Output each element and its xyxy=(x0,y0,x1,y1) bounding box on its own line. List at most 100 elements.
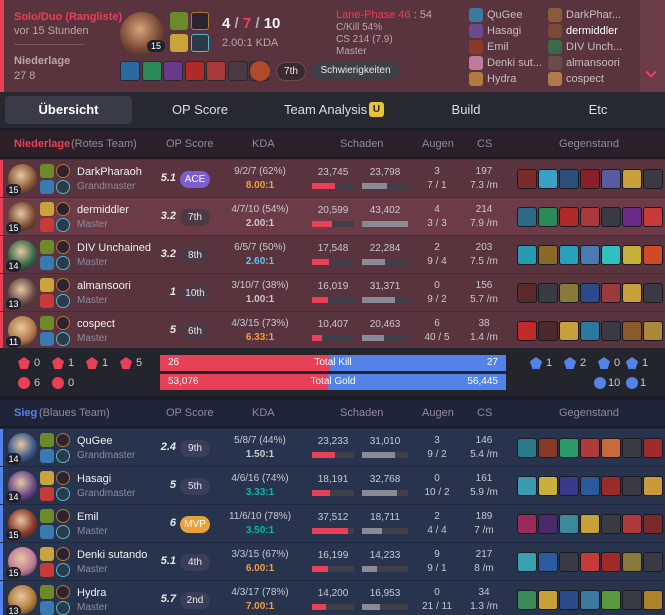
item-slot-icon[interactable] xyxy=(538,476,558,496)
item-slot-icon[interactable] xyxy=(559,438,579,458)
item-slot-icon[interactable] xyxy=(559,245,579,265)
item-slot-icon[interactable] xyxy=(580,321,600,341)
item-slot-icon[interactable] xyxy=(580,476,600,496)
participant-champion-icon[interactable] xyxy=(548,40,562,54)
tab-op-score[interactable]: OP Score xyxy=(150,96,250,124)
item-slot-icon[interactable] xyxy=(643,169,663,189)
item-slot-icon[interactable] xyxy=(517,590,537,610)
item-slot-icon[interactable] xyxy=(559,590,579,610)
item-slot-icon[interactable] xyxy=(227,61,248,81)
participant-name[interactable]: DIV Unch... xyxy=(566,41,622,53)
participant-champion-icon[interactable] xyxy=(548,24,562,38)
item-slot-icon[interactable] xyxy=(538,207,558,227)
item-slot-icon[interactable] xyxy=(517,207,537,227)
item-slot-icon[interactable] xyxy=(559,514,579,534)
item-slot-icon[interactable] xyxy=(517,514,537,534)
expand-toggle[interactable] xyxy=(640,0,665,92)
participant-champion-icon[interactable] xyxy=(469,72,483,86)
item-slot-icon[interactable] xyxy=(559,476,579,496)
participant-name[interactable]: Denki sut... xyxy=(487,57,542,69)
item-slot-icon[interactable] xyxy=(517,321,537,341)
item-slot-icon[interactable] xyxy=(538,283,558,303)
player-name[interactable]: almansoori xyxy=(77,280,131,292)
item-slot-icon[interactable] xyxy=(622,283,642,303)
participant-name[interactable]: almansoori xyxy=(566,57,620,69)
player-name[interactable]: dermiddler xyxy=(77,204,129,216)
item-slot-icon[interactable] xyxy=(622,245,642,265)
player-name[interactable]: Denki sutando xyxy=(77,549,147,561)
player-row[interactable]: 15 dermiddler Master 3.2 7th 4/7/10 (54%) 2.00… xyxy=(0,197,665,236)
item-slot-icon[interactable] xyxy=(559,283,579,303)
item-slot-icon[interactable] xyxy=(206,61,226,81)
item-slot-icon[interactable] xyxy=(643,438,663,458)
item-slot-icon[interactable] xyxy=(643,321,663,341)
item-slot-icon[interactable] xyxy=(601,321,621,341)
item-slot-icon[interactable] xyxy=(643,552,663,572)
tab-build[interactable]: Build xyxy=(420,96,512,124)
match-summary[interactable]: Solo/Duo (Rangliste) vor 15 Stunden Nied… xyxy=(0,0,665,92)
item-slot-icon[interactable] xyxy=(580,514,600,534)
item-slot-icon[interactable] xyxy=(559,207,579,227)
item-slot-icon[interactable] xyxy=(517,438,537,458)
participant-champion-icon[interactable] xyxy=(548,8,562,22)
item-slot-icon[interactable] xyxy=(643,514,663,534)
player-row[interactable]: 11 cospect Master 5 6th 4/3/15 (73%) 6.33:1 10,… xyxy=(0,311,665,350)
item-slot-icon[interactable] xyxy=(517,552,537,572)
difficulty-badge[interactable]: Schwierigkeiten xyxy=(311,62,400,79)
player-name[interactable]: Emil xyxy=(77,511,98,523)
player-row[interactable]: 13 Hydra Master 5.7 2nd 4/3/17 (78%) 7.00:1 14,… xyxy=(0,580,665,615)
item-slot-icon[interactable] xyxy=(601,207,621,227)
player-row[interactable]: 13 almansoori Master 1 10th 3/10/7 (38%) 1.00:… xyxy=(0,273,665,312)
item-slot-icon[interactable] xyxy=(580,590,600,610)
player-row[interactable]: 15 DarkPharaoh Grandmaster 5.1 ACE 9/2/7 (62%… xyxy=(0,159,665,198)
item-slot-icon[interactable] xyxy=(580,245,600,265)
item-slot-icon[interactable] xyxy=(141,61,162,81)
player-name[interactable]: cospect xyxy=(77,318,115,330)
participant-name[interactable]: dermiddler xyxy=(566,25,618,37)
item-slot-icon[interactable] xyxy=(601,283,621,303)
participant-name[interactable]: cospect xyxy=(566,73,604,85)
player-row[interactable]: 14 Hasagi Grandmaster 5 5th 4/6/16 (74%) 3.33:… xyxy=(0,466,665,505)
item-slot-icon[interactable] xyxy=(622,590,642,610)
participant-name[interactable]: Hydra xyxy=(487,73,516,85)
player-name[interactable]: QuGee xyxy=(77,435,112,447)
item-slot-icon[interactable] xyxy=(601,169,621,189)
item-slot-icon[interactable] xyxy=(601,476,621,496)
participant-champion-icon[interactable] xyxy=(548,72,562,86)
participant-champion-icon[interactable] xyxy=(469,24,483,38)
player-name[interactable]: DarkPharaoh xyxy=(77,166,142,178)
item-slot-icon[interactable] xyxy=(580,438,600,458)
item-slot-icon[interactable] xyxy=(538,169,558,189)
tab-overview[interactable]: Übersicht xyxy=(5,96,132,124)
item-slot-icon[interactable] xyxy=(163,61,183,81)
item-slot-icon[interactable] xyxy=(601,438,621,458)
trinket-icon[interactable] xyxy=(250,61,270,81)
item-slot-icon[interactable] xyxy=(517,245,537,265)
player-row[interactable]: 15 Denki sutando Master 5.1 4th 3/3/15 (67%) 6… xyxy=(0,542,665,581)
item-slot-icon[interactable] xyxy=(538,321,558,341)
item-slot-icon[interactable] xyxy=(517,169,537,189)
item-slot-icon[interactable] xyxy=(622,438,642,458)
participant-name[interactable]: Hasagi xyxy=(487,25,521,37)
item-slot-icon[interactable] xyxy=(580,283,600,303)
item-slot-icon[interactable] xyxy=(538,552,558,572)
item-slot-icon[interactable] xyxy=(622,207,642,227)
item-slot-icon[interactable] xyxy=(120,61,140,81)
tab-etc[interactable]: Etc xyxy=(553,96,643,124)
item-slot-icon[interactable] xyxy=(622,321,642,341)
item-slot-icon[interactable] xyxy=(622,514,642,534)
item-slot-icon[interactable] xyxy=(643,283,663,303)
player-row[interactable]: 15 Emil Master 6 MVP 11/6/10 (78%) 3.50:1 37,51… xyxy=(0,504,665,543)
item-slot-icon[interactable] xyxy=(601,552,621,572)
item-slot-icon[interactable] xyxy=(517,476,537,496)
participant-champion-icon[interactable] xyxy=(469,40,483,54)
participant-champion-icon[interactable] xyxy=(548,56,562,70)
item-slot-icon[interactable] xyxy=(538,245,558,265)
item-slot-icon[interactable] xyxy=(580,169,600,189)
item-slot-icon[interactable] xyxy=(580,552,600,572)
player-row[interactable]: 14 DIV Unchained Master 3.2 8th 6/5/7 (50%) 2.… xyxy=(0,235,665,274)
item-slot-icon[interactable] xyxy=(643,245,663,265)
participant-name[interactable]: DarkPhar... xyxy=(566,9,621,21)
item-slot-icon[interactable] xyxy=(559,321,579,341)
item-slot-icon[interactable] xyxy=(601,245,621,265)
